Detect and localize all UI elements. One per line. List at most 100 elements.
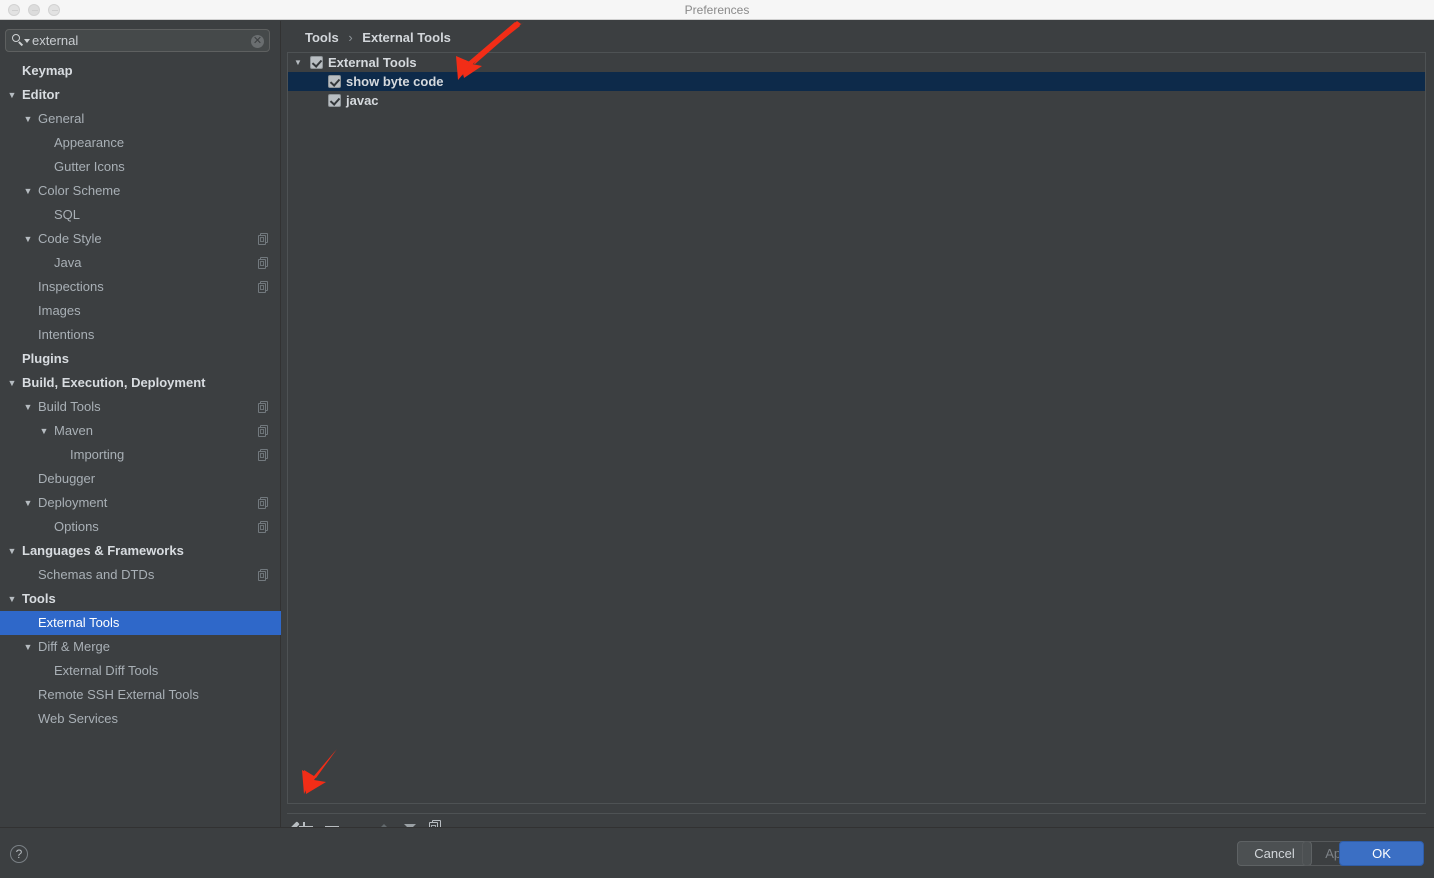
- sidebar-item-label: Maven: [54, 423, 94, 438]
- copy-settings-icon[interactable]: [258, 497, 269, 509]
- tree-row-label: show byte code: [346, 74, 444, 89]
- chevron-down-icon[interactable]: ▼: [292, 53, 304, 72]
- chevron-down-icon[interactable]: ▼: [6, 587, 18, 611]
- sidebar-item-deployment[interactable]: ▼ Deployment: [0, 491, 281, 515]
- sidebar-item-label: Build Tools: [38, 399, 101, 414]
- copy-settings-icon[interactable]: [258, 521, 269, 533]
- tree-row[interactable]: javac: [288, 91, 1425, 110]
- checkbox-checked-icon[interactable]: [310, 56, 323, 69]
- copy-settings-icon[interactable]: [258, 257, 269, 269]
- copy-settings-icon[interactable]: [258, 401, 269, 413]
- ok-button[interactable]: OK: [1339, 841, 1424, 866]
- search-input-value: external: [32, 33, 79, 48]
- sidebar-item-label: Java: [54, 255, 82, 270]
- tree-row[interactable]: show byte code: [288, 72, 1425, 91]
- sidebar-item-remote-ssh-external-tools[interactable]: Remote SSH External Tools: [0, 683, 281, 707]
- sidebar-item-inspections[interactable]: Inspections: [0, 275, 281, 299]
- sidebar-item-label: Editor: [22, 87, 60, 102]
- sidebar-item-web-services[interactable]: Web Services: [0, 707, 281, 731]
- sidebar-item-schemas-and-dtds[interactable]: Schemas and DTDs: [0, 563, 281, 587]
- copy-settings-icon[interactable]: [258, 449, 269, 461]
- chevron-down-icon[interactable]: [24, 39, 30, 43]
- chevron-down-icon[interactable]: ▼: [22, 227, 34, 251]
- sidebar-item-label: External Diff Tools: [54, 663, 159, 678]
- sidebar-item-label: Code Style: [38, 231, 102, 246]
- search-container: external ✕: [5, 29, 270, 52]
- main-panel: Tools › External Tools ▼ External Tools sh…: [282, 21, 1434, 837]
- sidebar-item-diff-merge[interactable]: ▼ Diff & Merge: [0, 635, 281, 659]
- sidebar-item-java[interactable]: Java: [0, 251, 281, 275]
- sidebar-item-label: Keymap: [22, 63, 73, 78]
- sidebar-item-debugger[interactable]: Debugger: [0, 467, 281, 491]
- checkbox-checked-icon[interactable]: [328, 75, 341, 88]
- sidebar-item-importing[interactable]: Importing: [0, 443, 281, 467]
- tree-row-label: javac: [346, 93, 379, 108]
- sidebar-item-label: Plugins: [22, 351, 69, 366]
- sidebar-item-appearance[interactable]: Appearance: [0, 131, 281, 155]
- sidebar-item-label: Remote SSH External Tools: [38, 687, 199, 702]
- sidebar-item-label: Intentions: [38, 327, 95, 342]
- chevron-down-icon[interactable]: ▼: [22, 179, 34, 203]
- tree-row-label: External Tools: [328, 55, 417, 70]
- sidebar-item-options[interactable]: Options: [0, 515, 281, 539]
- sidebar-item-external-tools[interactable]: External Tools: [0, 611, 281, 635]
- sidebar-item-color-scheme[interactable]: ▼ Color Scheme: [0, 179, 281, 203]
- sidebar-item-label: Schemas and DTDs: [38, 567, 155, 582]
- help-button[interactable]: ?: [10, 845, 28, 863]
- sidebar-item-sql[interactable]: SQL: [0, 203, 281, 227]
- chevron-down-icon[interactable]: ▼: [22, 395, 34, 419]
- sidebar-item-external-diff-tools[interactable]: External Diff Tools: [0, 659, 281, 683]
- sidebar-item-label: Build, Execution, Deployment: [22, 375, 206, 390]
- sidebar-item-label: SQL: [54, 207, 81, 222]
- sidebar-item-build-tools[interactable]: ▼ Build Tools: [0, 395, 281, 419]
- sidebar-item-label: Deployment: [38, 495, 108, 510]
- copy-settings-icon[interactable]: [258, 569, 269, 581]
- cancel-button[interactable]: Cancel: [1237, 841, 1312, 866]
- sidebar-item-code-style[interactable]: ▼ Code Style: [0, 227, 281, 251]
- sidebar-item-gutter-icons[interactable]: Gutter Icons: [0, 155, 281, 179]
- sidebar-tree: Keymap ▼ Editor ▼ General Appearance Gutter Ic…: [0, 59, 281, 731]
- sidebar-item-plugins[interactable]: Plugins: [0, 347, 281, 371]
- chevron-down-icon[interactable]: ▼: [6, 83, 18, 107]
- sidebar-item-editor[interactable]: ▼ Editor: [0, 83, 281, 107]
- sidebar-item-keymap[interactable]: Keymap: [0, 59, 281, 83]
- window-title: Preferences: [684, 3, 750, 17]
- clear-search-icon[interactable]: ✕: [251, 35, 264, 48]
- chevron-down-icon[interactable]: ▼: [22, 635, 34, 659]
- sidebar-item-label: Appearance: [54, 135, 125, 150]
- sidebar-item-label: General: [38, 111, 85, 126]
- sidebar-item-label: Tools: [22, 591, 56, 606]
- checkbox-checked-icon[interactable]: [328, 94, 341, 107]
- sidebar-item-label: Web Services: [38, 711, 118, 726]
- copy-settings-icon[interactable]: [258, 425, 269, 437]
- breadcrumb-parent[interactable]: Tools: [305, 30, 339, 45]
- breadcrumb: Tools › External Tools: [305, 30, 451, 45]
- sidebar-item-intentions[interactable]: Intentions: [0, 323, 281, 347]
- sidebar-item-languages-frameworks[interactable]: ▼ Languages & Frameworks: [0, 539, 281, 563]
- tree-row[interactable]: ▼ External Tools: [288, 53, 1425, 72]
- sidebar-item-general[interactable]: ▼ General: [0, 107, 281, 131]
- sidebar-item-tools[interactable]: ▼ Tools: [0, 587, 281, 611]
- copy-settings-icon[interactable]: [258, 281, 269, 293]
- breadcrumb-separator: ›: [348, 30, 353, 45]
- external-tools-tree[interactable]: ▼ External Tools show byte code javac: [287, 52, 1426, 804]
- sidebar-item-build-execution-deployment[interactable]: ▼ Build, Execution, Deployment: [0, 371, 281, 395]
- window-titlebar: Preferences: [0, 0, 1434, 20]
- chevron-down-icon[interactable]: ▼: [22, 491, 34, 515]
- search-input[interactable]: external ✕: [5, 29, 270, 52]
- chevron-down-icon[interactable]: ▼: [38, 419, 50, 443]
- settings-sidebar: external ✕ Keymap ▼ Editor ▼ General Appearan…: [0, 21, 281, 827]
- sidebar-item-maven[interactable]: ▼ Maven: [0, 419, 281, 443]
- preferences-window: Preferences external ✕ Keymap ▼ Editor ▼ Gen…: [0, 0, 1434, 878]
- chevron-down-icon[interactable]: ▼: [22, 107, 34, 131]
- copy-settings-icon[interactable]: [258, 233, 269, 245]
- sidebar-item-label: Images: [38, 303, 81, 318]
- sidebar-item-images[interactable]: Images: [0, 299, 281, 323]
- sidebar-item-label: Color Scheme: [38, 183, 121, 198]
- search-icon: [12, 34, 24, 46]
- chevron-down-icon[interactable]: ▼: [6, 371, 18, 395]
- sidebar-item-label: Diff & Merge: [38, 639, 111, 654]
- sidebar-item-label: Languages & Frameworks: [22, 543, 184, 558]
- chevron-down-icon[interactable]: ▼: [6, 539, 18, 563]
- sidebar-item-label: Inspections: [38, 279, 104, 294]
